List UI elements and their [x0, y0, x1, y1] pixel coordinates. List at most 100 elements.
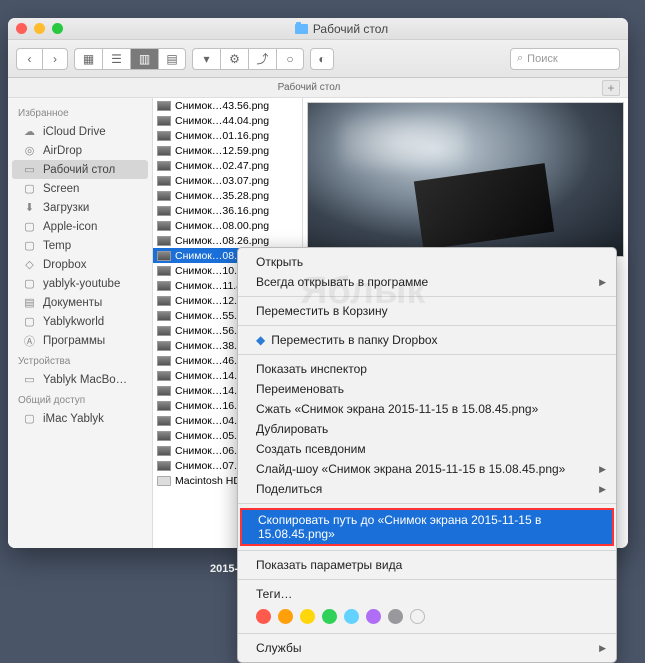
- ctx-alias[interactable]: Создать псевдоним: [238, 439, 616, 459]
- ctx-open-with[interactable]: Всегда открывать в программе: [238, 272, 616, 292]
- ctx-dropbox[interactable]: ◆Переместить в папку Dropbox: [238, 330, 616, 350]
- tag-color[interactable]: [388, 609, 403, 624]
- ctx-open[interactable]: Открыть: [238, 252, 616, 272]
- image-file-icon: [157, 146, 171, 156]
- file-item[interactable]: Снимок…44.04.png: [153, 113, 302, 128]
- file-item[interactable]: Снимок…01.16.png: [153, 128, 302, 143]
- minimize-button[interactable]: [34, 23, 45, 34]
- tag-color[interactable]: [278, 609, 293, 624]
- tags-button[interactable]: ○: [276, 48, 304, 70]
- sidebar-item[interactable]: ⬇Загрузки: [12, 198, 148, 217]
- forward-button[interactable]: ›: [42, 48, 68, 70]
- file-item[interactable]: Снимок…08.26.png: [153, 233, 302, 248]
- image-file-icon: [157, 446, 171, 456]
- tag-color[interactable]: [256, 609, 271, 624]
- file-item[interactable]: Снимок…36.16.png: [153, 203, 302, 218]
- sidebar-item-label: Screen: [43, 183, 79, 195]
- arrange-button[interactable]: ▾: [192, 48, 220, 70]
- folder-icon: ▢: [22, 315, 37, 328]
- file-item[interactable]: Снимок…43.56.png: [153, 98, 302, 113]
- image-file-icon: [157, 116, 171, 126]
- sidebar-item[interactable]: ▤Документы: [12, 293, 148, 312]
- add-tab-button[interactable]: +: [602, 80, 620, 96]
- sidebar-item-label: Yablyk MacBo…: [43, 374, 127, 386]
- context-menu: Открыть Всегда открывать в программе Пер…: [237, 247, 617, 663]
- tag-color[interactable]: [344, 609, 359, 624]
- file-item[interactable]: Снимок…12.59.png: [153, 143, 302, 158]
- ctx-slideshow[interactable]: Слайд-шоу «Снимок экрана 2015-11-15 в 15…: [238, 459, 616, 479]
- file-item[interactable]: Снимок…35.28.png: [153, 188, 302, 203]
- tag-color[interactable]: [300, 609, 315, 624]
- quicklook-button[interactable]: ◐: [310, 48, 334, 70]
- sidebar-item[interactable]: ◇Dropbox: [12, 255, 148, 274]
- ctx-compress[interactable]: Сжать «Снимок экрана 2015-11-15 в 15.08.…: [238, 399, 616, 419]
- sidebar-item[interactable]: ▢Apple-icon: [12, 217, 148, 236]
- arrange-group: ▾ ⚙ ⤴ ○: [192, 48, 304, 70]
- list-view-button[interactable]: ☰: [102, 48, 130, 70]
- sidebar-item[interactable]: ◎AirDrop: [12, 141, 148, 160]
- sidebar-item[interactable]: ☁iCloud Drive: [12, 122, 148, 141]
- close-button[interactable]: [16, 23, 27, 34]
- tag-clear[interactable]: [410, 609, 425, 624]
- sidebar-item[interactable]: Ⓐ Программы: [12, 331, 148, 350]
- ctx-duplicate[interactable]: Дублировать: [238, 419, 616, 439]
- titlebar: Рабочий стол: [8, 18, 628, 40]
- image-file-icon: [157, 206, 171, 216]
- image-file-icon: [157, 386, 171, 396]
- separator: [238, 296, 616, 297]
- sidebar-item-label: AirDrop: [43, 145, 82, 157]
- ctx-services[interactable]: Службы: [238, 638, 616, 658]
- image-file-icon: [157, 296, 171, 306]
- zoom-button[interactable]: [52, 23, 63, 34]
- file-item[interactable]: Снимок…03.07.png: [153, 173, 302, 188]
- coverflow-view-button[interactable]: ▤: [158, 48, 186, 70]
- sidebar-header: Общий доступ: [8, 389, 152, 409]
- icon-view-button[interactable]: ▦: [74, 48, 102, 70]
- file-name: Снимок…08.26.png: [175, 235, 269, 247]
- search-field[interactable]: ⌕ Поиск: [510, 48, 620, 70]
- sidebar-item-label: yablyk-youtube: [43, 278, 120, 290]
- file-name: Снимок…08.00.png: [175, 220, 269, 232]
- image-file-icon: [157, 341, 171, 351]
- file-name: Снимок…02.47.png: [175, 160, 269, 172]
- pathbar-label: Рабочий стол: [16, 82, 602, 93]
- sidebar-item[interactable]: ▭Yablyk MacBo…: [12, 370, 148, 389]
- sidebar-item-label: iCloud Drive: [43, 126, 106, 138]
- documents-icon: ▤: [22, 296, 37, 309]
- folder-icon: ▢: [22, 277, 37, 290]
- apps-icon: Ⓐ: [22, 334, 37, 347]
- sidebar-item[interactable]: ▢ Yablykworld: [12, 312, 148, 331]
- column-view-button[interactable]: ▥: [130, 48, 158, 70]
- dropbox-icon: ◆: [256, 333, 265, 347]
- back-button[interactable]: ‹: [16, 48, 42, 70]
- sidebar-item-label: Рабочий стол: [43, 164, 115, 176]
- sidebar-item[interactable]: ▢iMac Yablyk: [12, 409, 148, 428]
- image-file-icon: [157, 431, 171, 441]
- sidebar-item[interactable]: ▢Temp: [12, 236, 148, 255]
- ctx-trash[interactable]: Переместить в Корзину: [238, 301, 616, 321]
- preview-image: [307, 102, 624, 257]
- ctx-share[interactable]: Поделиться: [238, 479, 616, 499]
- search-placeholder: Поиск: [527, 53, 557, 65]
- ctx-view-options[interactable]: Показать параметры вида: [238, 555, 616, 575]
- sidebar-item-label: Temp: [43, 240, 71, 252]
- ctx-copy-path[interactable]: Скопировать путь до «Снимок экрана 2015-…: [240, 508, 614, 546]
- sidebar-item[interactable]: ▢Screen: [12, 179, 148, 198]
- file-item[interactable]: Снимок…02.47.png: [153, 158, 302, 173]
- share-button[interactable]: ⤴: [248, 48, 276, 70]
- tag-row: [238, 604, 616, 629]
- sidebar-item-label: Yablykworld: [43, 316, 104, 328]
- sidebar-header: Избранное: [8, 102, 152, 122]
- sidebar-item[interactable]: ▢ yablyk-youtube: [12, 274, 148, 293]
- action-button[interactable]: ⚙: [220, 48, 248, 70]
- image-file-icon: [157, 461, 171, 471]
- image-file-icon: [157, 356, 171, 366]
- tag-color[interactable]: [322, 609, 337, 624]
- sidebar-item-label: Программы: [43, 335, 105, 347]
- file-item[interactable]: Снимок…08.00.png: [153, 218, 302, 233]
- ctx-inspector[interactable]: Показать инспектор: [238, 359, 616, 379]
- file-name: Снимок…03.07.png: [175, 175, 269, 187]
- sidebar-item[interactable]: ▭Рабочий стол: [12, 160, 148, 179]
- ctx-rename[interactable]: Переименовать: [238, 379, 616, 399]
- tag-color[interactable]: [366, 609, 381, 624]
